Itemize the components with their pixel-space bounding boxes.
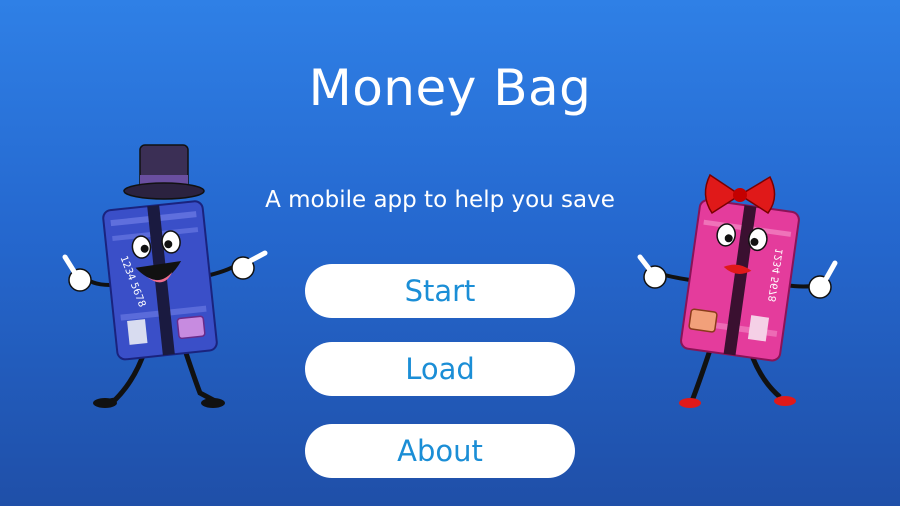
blue-card-mascot-icon: 1234 5678	[62, 144, 268, 408]
start-button[interactable]: Start	[305, 264, 575, 318]
pink-card-mascot-icon: 1234 5678	[637, 173, 838, 408]
load-button[interactable]: Load	[305, 342, 575, 396]
app-title: Money Bag	[308, 59, 592, 117]
about-button[interactable]: About	[305, 424, 575, 478]
